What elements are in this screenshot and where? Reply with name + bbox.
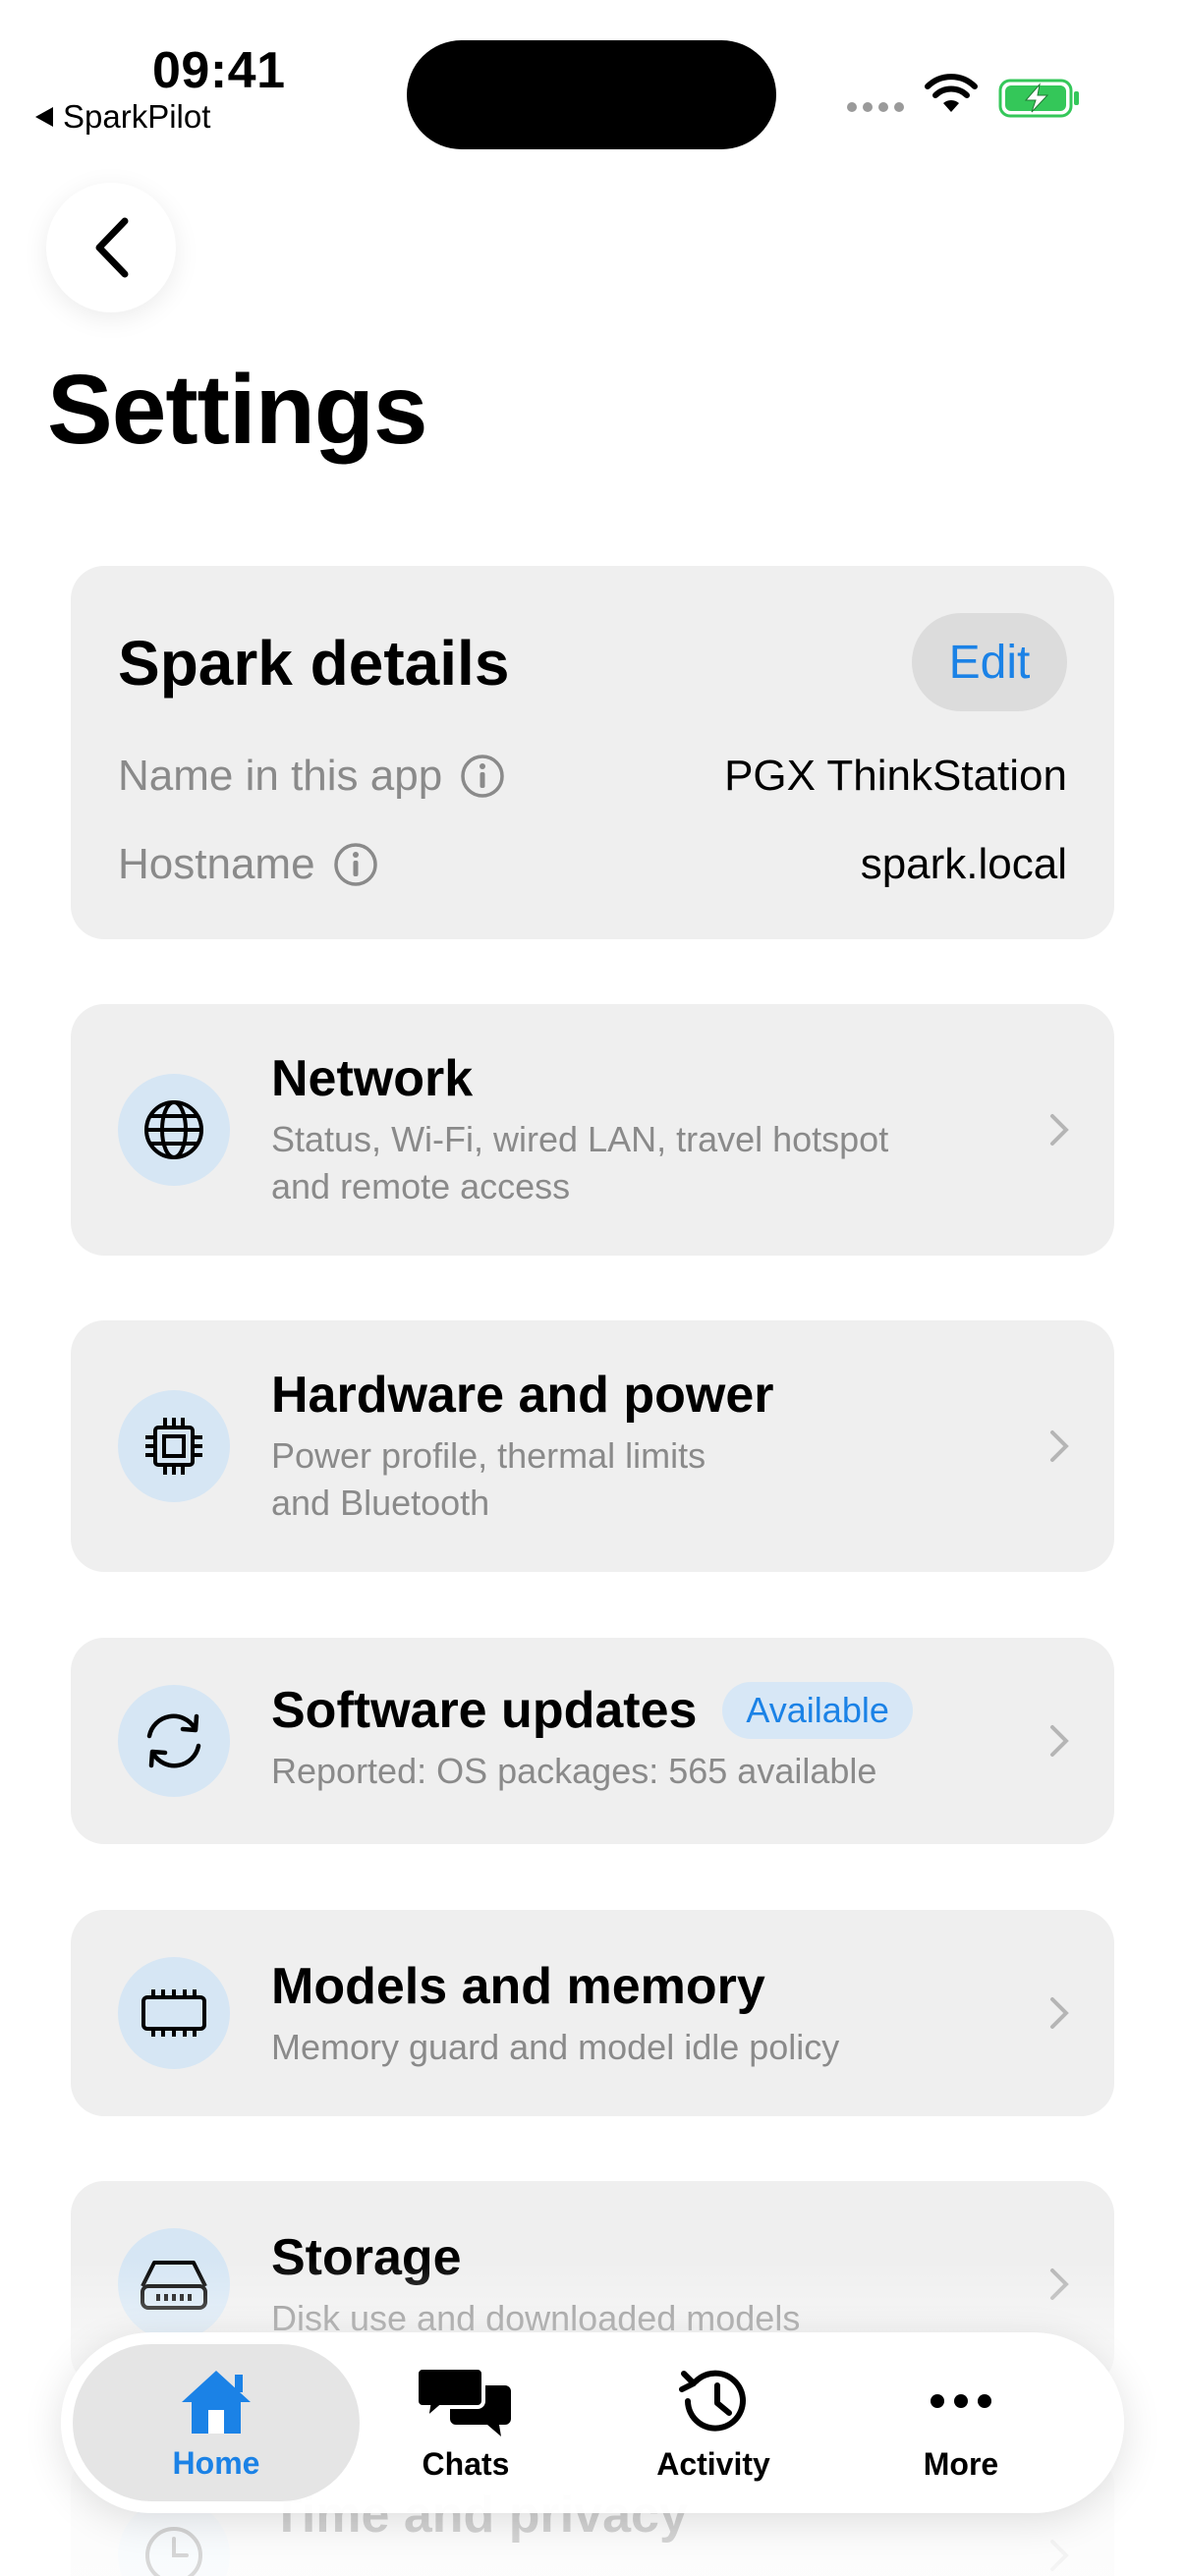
detail-row-name: Name in this app PGX ThinkStation [118,747,1067,806]
chat-bubbles-icon [417,2365,511,2436]
settings-item-subtitle: Status, Wi-Fi, wired LAN, travel hotspot… [271,1119,889,1206]
globe-icon [144,1100,203,1159]
settings-item-title: Network [271,1050,474,1107]
tab-label: More [923,2445,999,2482]
edit-button[interactable]: Edit [912,613,1067,711]
settings-item-models-and-memory[interactable]: Models and memory Memory guard and model… [71,1910,1114,2116]
settings-item-title: Models and memory [271,1958,765,2015]
battery-charging-icon [998,79,1079,118]
clock-icon [145,2527,202,2576]
settings-item-title: Storage [271,2229,462,2286]
wifi-icon [925,74,978,112]
dynamic-island [407,40,776,149]
settings-item-title: Software updates [271,1682,698,1739]
settings-item-subtitle: Memory guard and model idle policy [271,2027,840,2067]
status-time: 09:41 [152,42,286,99]
available-badge: Available [722,1682,913,1739]
tab-more[interactable]: More [833,2344,1089,2501]
chevron-right-icon [1050,1997,1069,2029]
spark-details-card: Spark details Edit Name in this app PGX … [71,566,1114,939]
settings-item-title: Hardware and power [271,1367,774,1424]
tab-home[interactable]: Home [73,2344,360,2501]
settings-screen: 09:41 SparkPilot Settings Spark details … [0,0,1185,2576]
detail-value: PGX ThinkStation [724,752,1067,800]
chevron-right-icon [1050,2540,1069,2571]
tab-chats[interactable]: Chats [338,2344,593,2501]
detail-label: Name in this app [118,752,443,800]
detail-row-hostname: Hostname spark.local [118,835,1067,894]
house-icon [182,2370,251,2434]
back-triangle-icon [35,107,53,127]
drive-icon [141,2261,207,2310]
info-icon[interactable] [460,754,505,799]
settings-item-subtitle: Reported: OS packages: 565 available [271,1751,877,1791]
refresh-icon [146,1713,201,1768]
tab-label: Home [172,2444,260,2481]
detail-label: Hostname [118,840,315,888]
settings-item-network[interactable]: Network Status, Wi-Fi, wired LAN, travel… [71,1004,1114,1256]
chevron-right-icon [1050,1114,1069,1146]
settings-item-hardware-and-power[interactable]: Hardware and power Power profile, therma… [71,1320,1114,1572]
ellipsis-icon [931,2393,991,2408]
back-button[interactable] [46,183,176,312]
chevron-right-icon [1050,1430,1069,1462]
spark-details-title: Spark details [118,628,510,699]
chevron-right-icon [1050,1725,1069,1757]
back-to-app-link[interactable]: SparkPilot [35,98,210,136]
tab-bar: Home Chats Activity More [61,2332,1124,2513]
memory-icon [141,1989,206,2037]
chevron-right-icon [1050,2268,1069,2300]
back-app-label: SparkPilot [63,98,211,135]
tab-activity[interactable]: Activity [586,2344,841,2501]
info-icon[interactable] [333,842,378,887]
cellular-signal-icon [847,102,904,112]
settings-item-software-updates[interactable]: Software updates Available Reported: OS … [71,1638,1114,1844]
tab-label: Activity [656,2445,770,2482]
detail-value: spark.local [860,840,1067,888]
settings-item-subtitle: Power profile, thermal limits and Blueto… [271,1435,706,1523]
tab-label: Chats [422,2445,510,2482]
chip-icon [145,1418,202,1475]
page-title: Settings [47,355,427,465]
history-icon [679,2370,746,2432]
chevron-left-icon [95,217,129,278]
